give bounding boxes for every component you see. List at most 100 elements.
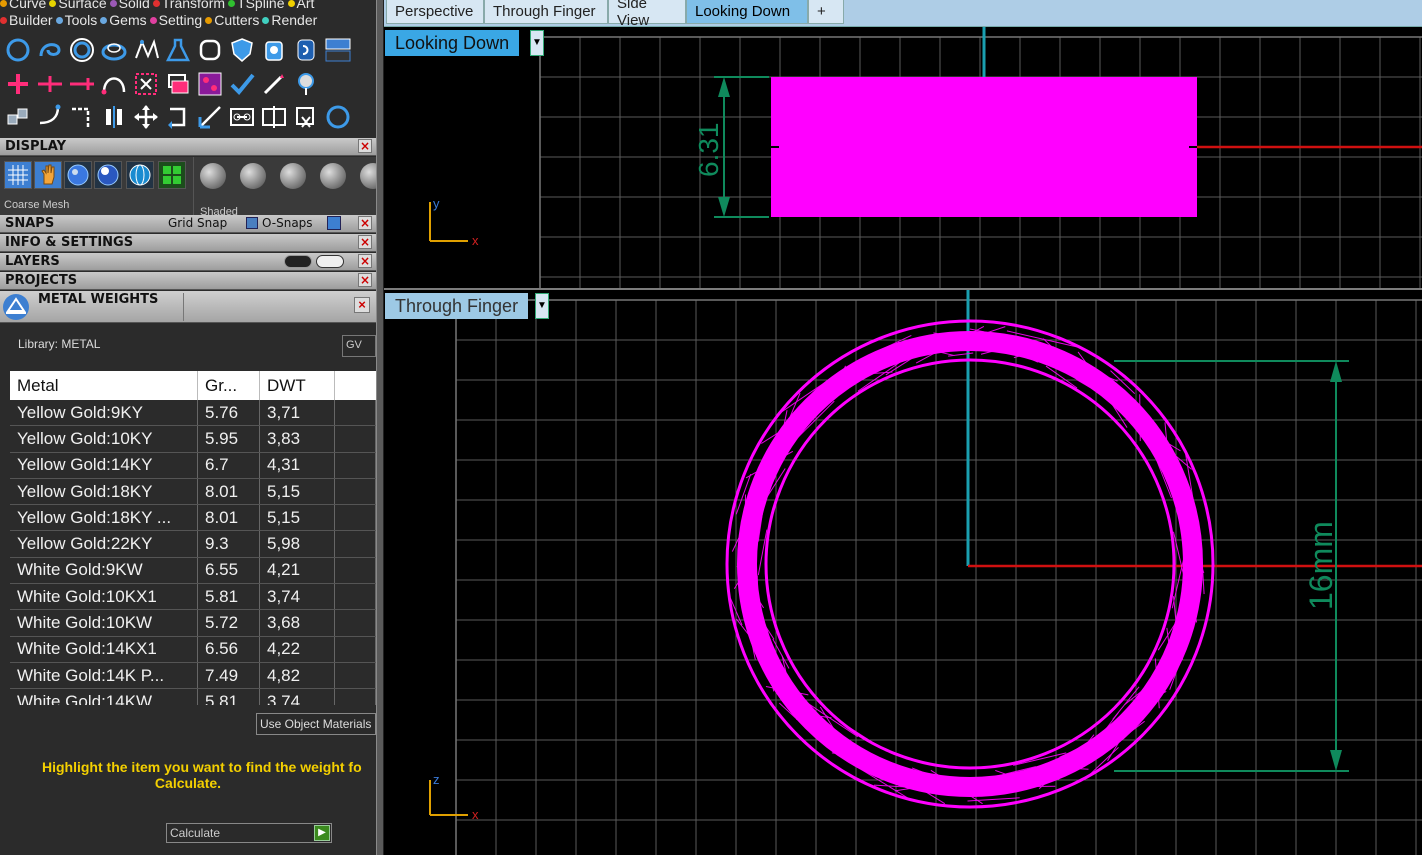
curve-circle-tool-button[interactable] [2, 35, 34, 65]
ring-tool-button[interactable] [66, 35, 98, 65]
osnap-checkbox[interactable] [246, 217, 258, 229]
environment-button[interactable] [126, 161, 154, 189]
osnaps-toggle[interactable]: O-Snaps [262, 216, 313, 230]
circle-tool-tool-button[interactable] [322, 102, 354, 132]
menu-setting[interactable]: Setting [149, 12, 202, 28]
eye-icon[interactable] [316, 255, 344, 268]
info-settings-section-header[interactable]: INFO & SETTINGS × [0, 234, 376, 252]
render-mode-button[interactable] [94, 161, 122, 189]
snap-settings-icon[interactable] [327, 216, 341, 230]
link-tool-button[interactable] [226, 102, 258, 132]
table-row[interactable]: White Gold:9KW 6.55 4,21 [10, 557, 376, 585]
shaded-mode-button[interactable] [64, 161, 92, 189]
layers-section-header[interactable]: LAYERS × [0, 253, 376, 271]
column-header-extra[interactable] [335, 371, 376, 400]
layout-button[interactable] [158, 161, 186, 189]
grid-snap-toggle[interactable]: Grid Snap [168, 216, 227, 230]
column-header-metal[interactable]: Metal [10, 371, 198, 400]
table-row[interactable]: Yellow Gold:18KY 8.01 5,15 [10, 478, 376, 506]
close-icon[interactable]: × [358, 139, 372, 153]
tab-perspective[interactable]: Perspective [386, 0, 484, 24]
table-row[interactable]: White Gold:14KX1 6.56 4,22 [10, 636, 376, 663]
hook-tool-button[interactable] [290, 35, 322, 65]
trim-tool-button[interactable] [66, 102, 98, 132]
tab-through-finger[interactable]: Through Finger [484, 0, 608, 24]
close-icon[interactable]: × [354, 297, 370, 313]
material-sphere-2[interactable] [240, 163, 266, 189]
material-sphere-3[interactable] [280, 163, 306, 189]
column-header-grams[interactable]: Gr... [198, 371, 260, 400]
tab-side-view[interactable]: Side View [608, 0, 686, 29]
use-object-materials-button[interactable]: Use Object Materials [256, 713, 376, 735]
menu-gems[interactable]: Gems [100, 12, 147, 28]
spiral-tool-button[interactable] [34, 35, 66, 65]
panel-toggle-tool-button[interactable] [322, 35, 354, 65]
group-tool-button[interactable] [2, 102, 34, 132]
material-sphere-1[interactable] [200, 163, 226, 189]
move-tool-button[interactable] [130, 102, 162, 132]
table-row[interactable]: Yellow Gold:18KY ... 8.01 5,15 [10, 505, 376, 532]
bucket-tool-button[interactable] [258, 35, 290, 65]
layer-copy-tool-button[interactable] [162, 69, 194, 99]
table-row[interactable]: White Gold:14K P... 7.49 4,82 [10, 662, 376, 690]
close-icon[interactable]: × [358, 216, 372, 230]
magic-tool-button[interactable] [258, 69, 290, 99]
material-sphere-5[interactable] [360, 163, 376, 189]
column-header-dwt[interactable]: DWT [260, 371, 335, 400]
shield-tool-button[interactable] [226, 35, 258, 65]
menu-render[interactable]: Render [262, 12, 317, 28]
layer-visibility-icon[interactable] [284, 255, 312, 268]
table-row[interactable]: Yellow Gold:14KY 6.7 4,31 [10, 452, 376, 479]
table-row[interactable]: Yellow Gold:22KY 9.3 5,98 [10, 531, 376, 558]
close-icon[interactable]: × [358, 254, 372, 268]
table-row[interactable]: Yellow Gold:10KY 5.95 3,83 [10, 426, 376, 453]
delete-point-tool-button[interactable] [66, 69, 98, 99]
insert-point-tool-button[interactable] [34, 69, 66, 99]
rotate-tool-button[interactable] [162, 102, 194, 132]
add-tab-button[interactable]: + [808, 0, 844, 24]
flask-tool-button[interactable] [162, 35, 194, 65]
scale-tool-tool-button[interactable] [194, 102, 226, 132]
mesh-mode-button[interactable] [34, 161, 62, 189]
network-tool-button[interactable] [130, 35, 162, 65]
fillet-tool-button[interactable] [34, 102, 66, 132]
split-tool-button[interactable] [258, 102, 290, 132]
close-icon[interactable]: × [358, 235, 372, 249]
panel-splitter[interactable] [376, 0, 384, 855]
menu-cutters[interactable]: Cutters [205, 12, 259, 28]
chevron-down-icon[interactable]: ▼ [530, 30, 544, 56]
arc-tool-button[interactable] [98, 69, 130, 99]
looking-down-canvas[interactable]: 6.31 y x [384, 27, 1422, 288]
menu-tools[interactable]: Tools [55, 12, 97, 28]
viewport-label-looking-down[interactable]: Looking Down [385, 30, 520, 56]
cut-tool-button[interactable] [290, 102, 322, 132]
add-point-tool-button[interactable] [2, 69, 34, 99]
viewport-looking-down[interactable]: 6.31 y x Looking Down ▼ [384, 27, 1422, 288]
table-row[interactable]: White Gold:10KW 5.72 3,68 [10, 610, 376, 637]
gv-dropdown[interactable]: GV [342, 335, 376, 357]
menu-builder[interactable]: Builder [0, 12, 53, 28]
metal-weights-header[interactable]: METAL WEIGHTS × [0, 291, 376, 323]
pin-tool-button[interactable] [290, 69, 322, 99]
snaps-section-header[interactable]: SNAPS Grid Snap O-Snaps × [0, 215, 376, 233]
table-row[interactable]: White Gold:10KX1 5.81 3,74 [10, 584, 376, 611]
table-row[interactable]: Yellow Gold:9KY 5.76 3,71 [10, 400, 376, 427]
calculate-field[interactable]: Calculate ▶ [166, 823, 332, 843]
check-tool-button[interactable] [226, 69, 258, 99]
material-sphere-4[interactable] [320, 163, 346, 189]
table-row[interactable]: White Gold:14KW 5.81 3.74 [10, 689, 376, 705]
viewport-through-finger[interactable]: 16mm z x Through Finger ▼ [384, 290, 1422, 855]
tab-looking-down[interactable]: Looking Down [686, 0, 808, 24]
projects-section-header[interactable]: PROJECTS × [0, 272, 376, 290]
viewport-label-through-finger[interactable]: Through Finger [385, 293, 529, 319]
frame-tool-button[interactable] [194, 35, 226, 65]
play-icon[interactable]: ▶ [314, 825, 330, 841]
pattern-tool-button[interactable] [194, 69, 226, 99]
wireframe-mode-button[interactable] [4, 161, 32, 189]
through-finger-canvas[interactable]: 16mm z x [384, 290, 1422, 855]
mirror-tool-button[interactable] [98, 102, 130, 132]
loft-tool-button[interactable] [98, 35, 130, 65]
select-points-tool-button[interactable] [130, 69, 162, 99]
close-icon[interactable]: × [358, 273, 372, 287]
chevron-down-icon[interactable]: ▼ [535, 293, 549, 319]
